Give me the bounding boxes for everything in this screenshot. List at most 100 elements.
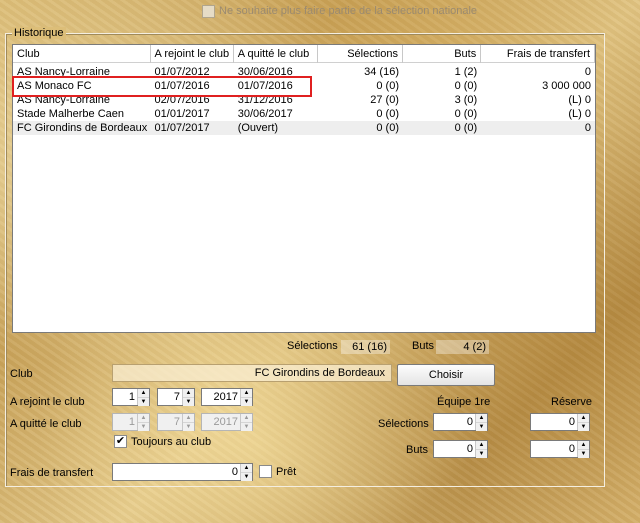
history-list[interactable]: Club A rejoint le club A quitté le club …: [12, 44, 596, 333]
loan-option[interactable]: Prêt: [259, 465, 296, 478]
cell-selections: 34 (16): [364, 66, 399, 78]
cell-left: 01/07/2016: [237, 80, 293, 92]
spin-up-icon[interactable]: ▲: [241, 414, 252, 423]
table-row[interactable]: AS Nancy-Lorraine 01/07/2012 30/06/2016 …: [13, 65, 595, 79]
cell-goals: 0 (0): [454, 122, 478, 134]
spin-down-icon[interactable]: ▼: [138, 398, 149, 406]
cell-goals: 0 (0): [454, 108, 478, 120]
spin-down-icon[interactable]: ▼: [241, 423, 252, 431]
cell-joined: 02/07/2016: [154, 94, 210, 106]
national-selection-option[interactable]: Ne souhaite plus faire partie de la séle…: [202, 4, 477, 18]
always-at-club-option[interactable]: ✔ Toujours au club: [114, 435, 211, 448]
spin-up-icon[interactable]: ▲: [476, 441, 487, 450]
spin-down-icon[interactable]: ▼: [138, 423, 149, 431]
cell-club: Stade Malherbe Caen: [17, 108, 125, 120]
left-year-spinner[interactable]: 2017 ▲ ▼: [201, 413, 253, 431]
spin-up-icon[interactable]: ▲: [241, 464, 252, 473]
cell-club: AS Monaco FC: [17, 80, 92, 92]
cell-selections: 27 (0): [370, 94, 399, 106]
joined-day-value[interactable]: 1: [113, 389, 137, 405]
cell-club: FC Girondins de Bordeaux: [17, 122, 148, 134]
left-day-value[interactable]: 1: [113, 414, 137, 430]
joined-year-spinner[interactable]: 2017 ▲ ▼: [201, 388, 253, 406]
spin-down-icon[interactable]: ▼: [578, 450, 589, 458]
cell-left: 30/06/2017: [237, 108, 293, 120]
spin-down-icon[interactable]: ▼: [476, 423, 487, 431]
cell-goals: 1 (2): [454, 66, 478, 78]
cell-club: AS Nancy-Lorraine: [17, 66, 110, 78]
spin-down-icon[interactable]: ▼: [578, 423, 589, 431]
column-header-joined[interactable]: A rejoint le club: [151, 45, 234, 63]
goals-reserve-spinner[interactable]: 0 ▲ ▼: [530, 440, 590, 458]
cell-left: (Ouvert): [237, 122, 279, 134]
history-group-title: Historique: [12, 27, 66, 39]
cell-transfer-fee: (L) 0: [568, 108, 592, 120]
column-header-goals[interactable]: Buts: [403, 45, 482, 63]
reserve-header: Réserve: [551, 396, 592, 408]
total-selections-value: 61 (16): [341, 340, 390, 354]
left-month-value[interactable]: 7: [158, 414, 182, 430]
total-goals-value: 4 (2): [436, 340, 489, 354]
selections-first-value[interactable]: 0: [434, 414, 475, 430]
always-at-club-checkbox[interactable]: ✔: [114, 435, 127, 448]
transfer-fee-value[interactable]: 0: [113, 464, 240, 480]
club-label: Club: [10, 368, 33, 380]
spin-down-icon[interactable]: ▼: [183, 423, 194, 431]
cell-joined: 01/07/2012: [154, 66, 210, 78]
cell-selections: 0 (0): [376, 122, 399, 134]
left-label: A quitté le club: [10, 418, 82, 430]
table-row[interactable]: Stade Malherbe Caen 01/01/2017 30/06/201…: [13, 107, 595, 121]
cell-transfer-fee: 3 000 000: [542, 80, 592, 92]
joined-month-value[interactable]: 7: [158, 389, 182, 405]
table-row[interactable]: AS Monaco FC 01/07/2016 01/07/2016 0 (0)…: [13, 79, 595, 93]
spin-up-icon[interactable]: ▲: [138, 389, 149, 398]
joined-day-spinner[interactable]: 1 ▲ ▼: [112, 388, 150, 406]
selections-reserve-value[interactable]: 0: [531, 414, 577, 430]
spin-up-icon[interactable]: ▲: [476, 414, 487, 423]
column-header-selections[interactable]: Sélections: [318, 45, 403, 63]
table-row[interactable]: AS Nancy-Lorraine 02/07/2016 31/12/2016 …: [13, 93, 595, 107]
left-year-value[interactable]: 2017: [202, 414, 240, 430]
choose-club-button[interactable]: Choisir: [397, 364, 495, 386]
cell-left: 31/12/2016: [237, 94, 293, 106]
history-rows: AS Nancy-Lorraine 01/07/2012 30/06/2016 …: [13, 65, 595, 135]
cell-selections: 0 (0): [376, 108, 399, 120]
selections-first-spinner[interactable]: 0 ▲ ▼: [433, 413, 488, 431]
goals-reserve-value[interactable]: 0: [531, 441, 577, 457]
column-header-left[interactable]: A quitté le club: [234, 45, 318, 63]
spin-up-icon[interactable]: ▲: [578, 441, 589, 450]
cell-selections: 0 (0): [376, 80, 399, 92]
loan-checkbox[interactable]: [259, 465, 272, 478]
goals-first-value[interactable]: 0: [434, 441, 475, 457]
joined-year-value[interactable]: 2017: [202, 389, 240, 405]
history-list-header: Club A rejoint le club A quitté le club …: [13, 45, 596, 63]
stats-goals-label: Buts: [406, 444, 429, 456]
spin-up-icon[interactable]: ▲: [183, 389, 194, 398]
spin-up-icon[interactable]: ▲: [578, 414, 589, 423]
left-day-spinner[interactable]: 1 ▲ ▼: [112, 413, 150, 431]
spin-down-icon[interactable]: ▼: [183, 398, 194, 406]
goals-first-spinner[interactable]: 0 ▲ ▼: [433, 440, 488, 458]
always-at-club-label: Toujours au club: [131, 435, 212, 448]
first-team-header: Équipe 1re: [437, 396, 491, 408]
national-selection-label: Ne souhaite plus faire partie de la séle…: [219, 5, 478, 17]
transfer-fee-label: Frais de transfert: [10, 467, 94, 479]
stats-selections-label: Sélections: [378, 418, 429, 430]
spin-down-icon[interactable]: ▼: [241, 398, 252, 406]
cell-joined: 01/07/2016: [154, 80, 210, 92]
column-header-club[interactable]: Club: [13, 45, 151, 63]
table-row-selected[interactable]: FC Girondins de Bordeaux 01/07/2017 (Ouv…: [13, 121, 595, 135]
spin-up-icon[interactable]: ▲: [138, 414, 149, 423]
left-month-spinner[interactable]: 7 ▲ ▼: [157, 413, 195, 431]
spin-down-icon[interactable]: ▼: [241, 473, 252, 481]
cell-goals: 3 (0): [454, 94, 478, 106]
joined-month-spinner[interactable]: 7 ▲ ▼: [157, 388, 195, 406]
selections-reserve-spinner[interactable]: 0 ▲ ▼: [530, 413, 590, 431]
total-goals-label: Buts: [412, 340, 435, 352]
spin-up-icon[interactable]: ▲: [183, 414, 194, 423]
column-header-transfer-fee[interactable]: Frais de transfert: [481, 45, 596, 63]
spin-down-icon[interactable]: ▼: [476, 450, 487, 458]
spin-up-icon[interactable]: ▲: [241, 389, 252, 398]
national-selection-checkbox[interactable]: [202, 4, 215, 18]
transfer-fee-spinner[interactable]: 0 ▲ ▼: [112, 463, 253, 481]
